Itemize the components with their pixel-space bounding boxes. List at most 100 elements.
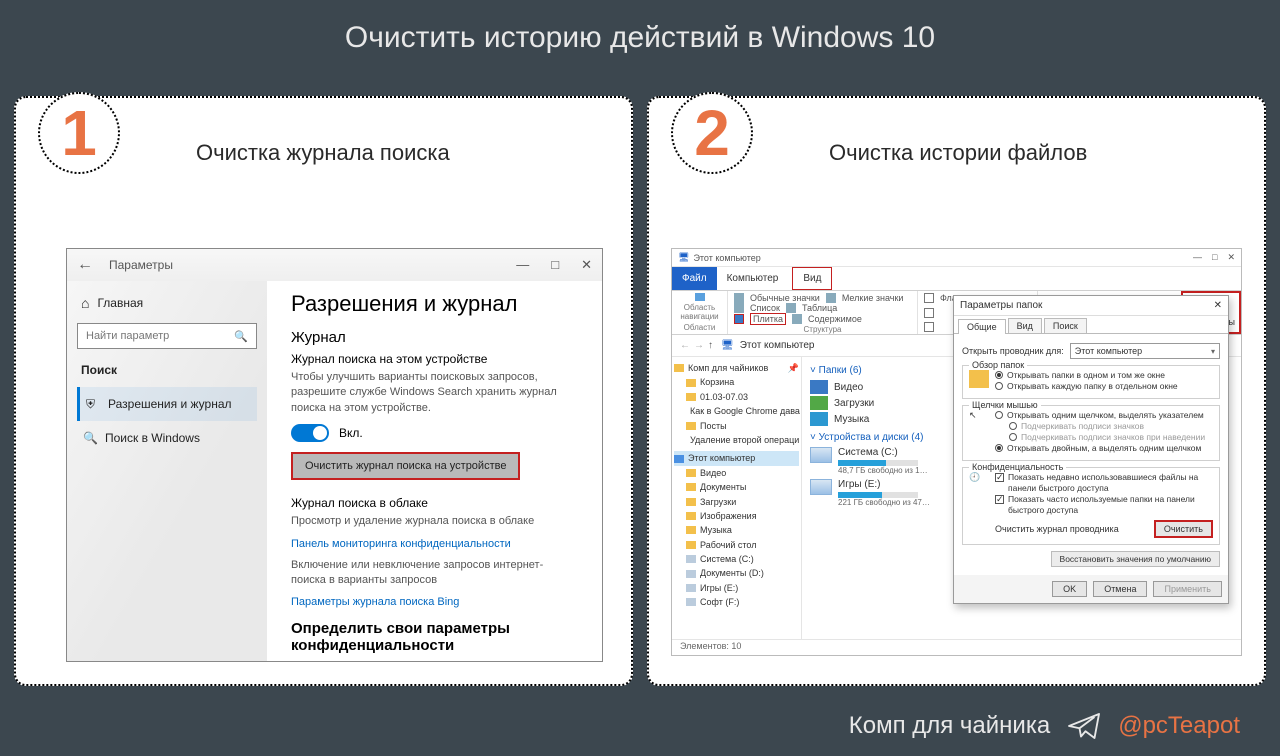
sidebar-item-label: Разрешения и журнал (108, 397, 232, 411)
main-heading: Разрешения и журнал (291, 291, 578, 317)
explorer-title: Этот компьютер (693, 253, 760, 263)
tree-item[interactable]: Корзина (686, 375, 799, 389)
panel-1: 1 Очистка журнала поиска ← Параметры — □… (14, 96, 633, 686)
checkbox-icon[interactable] (924, 322, 934, 332)
desc-cloud: Просмотр и удаление журнала поиска в обл… (291, 514, 578, 529)
folder-icon (969, 370, 989, 388)
maximize-icon[interactable]: □ (551, 257, 559, 273)
maximize-icon[interactable]: □ (1212, 252, 1217, 263)
tab-view[interactable]: Вид (792, 267, 832, 290)
layout-tile-icon[interactable] (734, 314, 744, 324)
tree-item[interactable]: Система (C:) (686, 552, 799, 566)
apply-button[interactable]: Применить (1153, 581, 1222, 597)
layout-opt-tile[interactable]: Плитка (750, 313, 786, 325)
tab-file[interactable]: Файл (672, 267, 717, 290)
checkbox-icon[interactable] (924, 308, 934, 318)
link-privacy-dashboard[interactable]: Панель мониторинга конфиденциальности (291, 538, 578, 550)
status-bar: Элементов: 10 (672, 639, 1241, 655)
minimize-icon[interactable]: — (516, 257, 529, 273)
tree-item[interactable]: Загрузки (686, 495, 799, 509)
radio-new-window[interactable]: Открывать каждую папку в отдельном окне (995, 381, 1213, 392)
group-privacy: Конфиденциальность 🕘 Показать недавно ис… (962, 467, 1220, 545)
group-legend: Щелчки мышью (969, 400, 1041, 410)
layout-opt[interactable]: Мелкие значки (842, 293, 904, 303)
tree-item[interactable]: Видео (686, 466, 799, 480)
desc-privacy: Узнать, как этот параметр влияет на конф… (291, 660, 578, 661)
handle-label[interactable]: @pcTeapot (1118, 712, 1240, 740)
group-legend: Обзор папок (969, 360, 1027, 370)
layout-opt[interactable]: Список (750, 303, 780, 313)
checkbox-icon[interactable] (924, 293, 934, 303)
back-icon[interactable]: ← (77, 256, 93, 274)
tree-item[interactable]: Документы (D:) (686, 566, 799, 580)
check-frequent-folders[interactable]: Показать часто используемые папки на пан… (995, 494, 1213, 516)
brand-label: Комп для чайника (849, 712, 1050, 740)
radio-double-click[interactable]: Открывать двойным, а выделять одним щелч… (995, 443, 1213, 454)
tree-item[interactable]: Комп для чайников📌 (674, 361, 799, 375)
close-icon[interactable]: ✕ (1227, 252, 1235, 263)
sidebar-item-windows-search[interactable]: 🔍 Поиск в Windows (77, 421, 257, 455)
tree-item[interactable]: Софт (F:) (686, 595, 799, 609)
layout-icon[interactable] (734, 293, 744, 303)
forward-arrow-icon[interactable]: → (694, 340, 704, 351)
check-recent-files[interactable]: Показать недавно использовавшиеся файлы … (995, 472, 1213, 494)
layout-icon[interactable] (826, 293, 836, 303)
radio-same-window[interactable]: Открывать папки в одном и том же окне (995, 370, 1213, 381)
ribbon-nav-label: Область навигации (678, 303, 721, 321)
cursor-icon: ↖ (969, 410, 989, 428)
layout-icon[interactable] (786, 303, 796, 313)
sidebar-item-permissions[interactable]: ⛨ Разрешения и журнал (77, 387, 257, 421)
layout-icon[interactable] (734, 303, 744, 313)
open-for-select[interactable]: Этот компьютер (1070, 343, 1220, 359)
tree-item[interactable]: 01.03-07.03 (686, 390, 799, 404)
toggle-history[interactable]: Вкл. (291, 424, 578, 442)
sidebar-home-label: Главная (97, 296, 143, 310)
settings-main: Разрешения и журнал Журнал Журнал поиска… (267, 281, 602, 661)
tree-item[interactable]: Как в Google Chrome дава (686, 404, 799, 418)
back-arrow-icon[interactable]: ← (680, 340, 690, 351)
dialog-tab-view[interactable]: Вид (1008, 318, 1042, 333)
close-icon[interactable]: ✕ (1214, 300, 1222, 311)
drive-icon (810, 447, 832, 463)
layout-opt[interactable]: Таблица (802, 303, 837, 313)
tree-item[interactable]: Документы (686, 480, 799, 494)
cancel-button[interactable]: Отмена (1093, 581, 1147, 597)
search-input[interactable]: Найти параметр 🔍 (77, 323, 257, 349)
tree-item[interactable]: Посты (686, 419, 799, 433)
tree-item[interactable]: Удаление второй операци (686, 433, 799, 447)
page-title: Очистить историю действий в Windows 10 (0, 0, 1280, 76)
layout-opt[interactable]: Содержимое (808, 314, 862, 324)
nav-pane-icon[interactable] (695, 293, 705, 301)
tree-item[interactable]: Изображения (686, 509, 799, 523)
home-icon: ⌂ (81, 295, 89, 311)
step-badge-2: 2 (671, 92, 753, 174)
clear-history-button[interactable]: Очистить (1154, 520, 1213, 538)
restore-defaults-button[interactable]: Восстановить значения по умолчанию (1051, 551, 1220, 567)
open-for-label: Открыть проводник для: (962, 346, 1064, 356)
breadcrumb-label: Этот компьютер (740, 340, 815, 351)
close-icon[interactable]: ✕ (581, 257, 592, 273)
minimize-icon[interactable]: — (1193, 252, 1202, 263)
radio-single-click[interactable]: Открывать одним щелчком, выделять указат… (995, 410, 1213, 421)
layout-opt[interactable]: Обычные значки (750, 293, 820, 303)
group-legend: Конфиденциальность (969, 462, 1066, 472)
heading-journal: Журнал (291, 329, 578, 346)
search-placeholder: Найти параметр (86, 330, 169, 342)
layout-icon[interactable] (792, 314, 802, 324)
tree-item[interactable]: Рабочий стол (686, 538, 799, 552)
desc-device: Чтобы улучшить варианты поисковых запрос… (291, 370, 578, 416)
telegram-icon[interactable] (1066, 708, 1102, 744)
sidebar-home[interactable]: ⌂ Главная (81, 295, 253, 311)
dialog-tab-search[interactable]: Поиск (1044, 318, 1087, 333)
clear-device-history-button[interactable]: Очистить журнал поиска на устройстве (291, 452, 520, 480)
dialog-tab-general[interactable]: Общие (958, 319, 1006, 334)
tree-item[interactable]: Игры (E:) (686, 581, 799, 595)
up-arrow-icon[interactable]: ↑ (708, 340, 713, 351)
explorer-tree: Комп для чайников📌 Корзина 01.03-07.03 К… (672, 357, 802, 639)
tree-item-thispc[interactable]: Этот компьютер (674, 451, 799, 465)
link-bing-params[interactable]: Параметры журнала поиска Bing (291, 596, 578, 608)
group-browse: Обзор папок Открывать папки в одном и то… (962, 365, 1220, 399)
tree-item[interactable]: Музыка (686, 523, 799, 537)
ok-button[interactable]: OK (1052, 581, 1087, 597)
tab-computer[interactable]: Компьютер (717, 267, 789, 290)
